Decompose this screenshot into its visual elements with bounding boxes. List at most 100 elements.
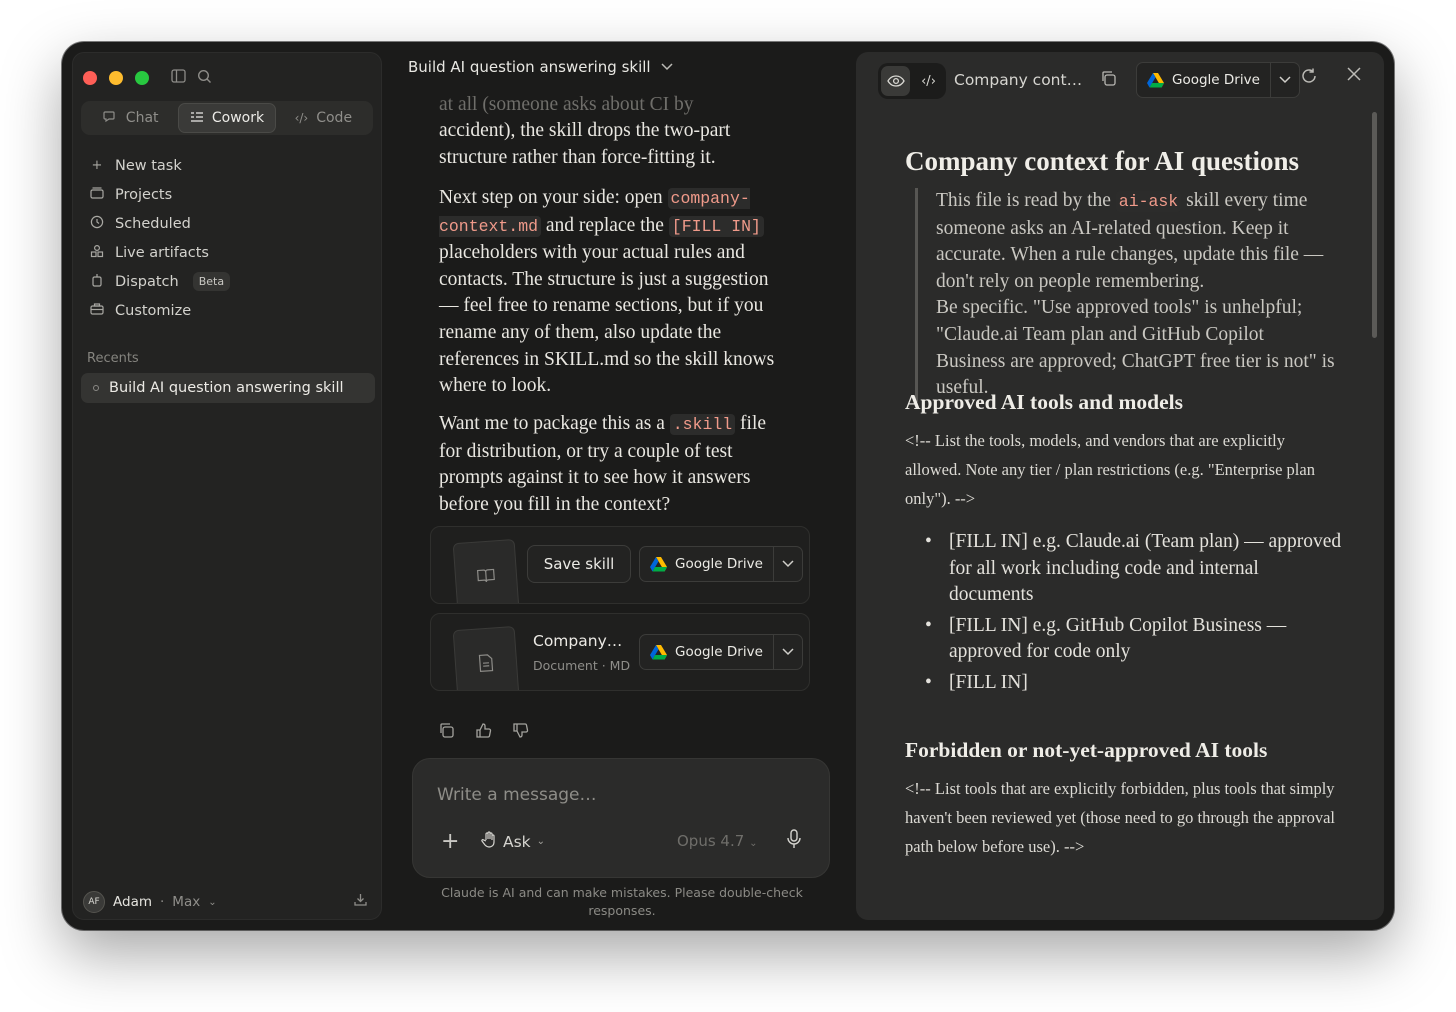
message-composer[interactable]: Write a message… + Ask ⌄ Opus 4.7 ⌄: [412, 758, 830, 878]
message-paragraph-2: Next step on your side: open company-con…: [439, 185, 779, 400]
tab-chat-label: Chat: [125, 110, 159, 126]
text-run: and replace the: [541, 214, 669, 236]
google-drive-button[interactable]: Google Drive: [639, 634, 803, 670]
chevron-down-icon: ⌄: [208, 896, 217, 908]
close-icon[interactable]: [1346, 66, 1362, 87]
document-icon: [452, 625, 520, 690]
google-drive-label: Google Drive: [675, 556, 763, 572]
panel-header: ‹/› Company cont… Google Drive: [856, 52, 1384, 108]
tab-chat[interactable]: Chat: [83, 103, 178, 133]
add-attachment-icon[interactable]: +: [441, 829, 459, 854]
google-drive-button[interactable]: Google Drive: [1136, 62, 1300, 98]
tab-cowork-label: Cowork: [211, 110, 265, 126]
copy-icon[interactable]: [438, 722, 455, 743]
chevron-down-icon[interactable]: [774, 645, 802, 659]
source-code-icon[interactable]: ‹/›: [914, 66, 943, 96]
chevron-down-icon[interactable]: [1271, 73, 1299, 87]
microphone-icon[interactable]: [787, 829, 801, 854]
scrollbar[interactable]: [1372, 112, 1377, 338]
chevron-down-icon: ⌄: [749, 838, 758, 849]
document-file-card[interactable]: Company… Document · MD Google Drive: [430, 613, 810, 691]
text-run: placeholders with your actual rules and …: [439, 242, 775, 397]
google-drive-icon: [650, 644, 667, 659]
tab-code-label: Code: [316, 110, 353, 126]
tab-cowork[interactable]: Cowork: [178, 103, 276, 133]
sidebar-item-projects[interactable]: Projects: [81, 180, 375, 209]
mode-selector[interactable]: Ask ⌄: [481, 831, 545, 852]
search-icon[interactable]: [197, 69, 212, 88]
conversation-title[interactable]: Build AI question answering skill: [408, 58, 673, 76]
clock-icon: [89, 215, 105, 233]
close-window-button[interactable]: [83, 71, 97, 85]
message-paragraph-3: Want me to package this as a .skill file…: [439, 411, 779, 518]
text-run: Next step on your side: open: [439, 187, 668, 208]
google-drive-save[interactable]: Google Drive: [1137, 63, 1271, 97]
user-plan: Max: [172, 894, 201, 910]
preview-eye-icon[interactable]: [881, 66, 910, 96]
google-drive-button[interactable]: Google Drive: [639, 546, 803, 582]
document-subtitle: Document · MD: [533, 658, 631, 673]
message-input[interactable]: Write a message…: [437, 785, 597, 805]
blockquote-paragraph: This file is read by the ai-ask skill ev…: [936, 188, 1335, 295]
model-label: Opus 4.7: [677, 832, 745, 850]
mode-label: Ask: [503, 832, 531, 851]
sidebar-item-label: Dispatch: [115, 273, 179, 290]
plus-icon: +: [91, 158, 103, 173]
html-comment-text: <!-- List the tools, models, and vendors…: [905, 431, 1315, 508]
text-run: This file is read by the: [936, 190, 1116, 211]
beta-badge: Beta: [192, 272, 231, 291]
sidebar-item-new-task[interactable]: + New task: [81, 151, 375, 180]
save-skill-button[interactable]: Save skill: [527, 545, 631, 583]
chevron-down-icon[interactable]: [774, 557, 802, 571]
hand-icon: [481, 831, 497, 852]
folder-icon: [89, 186, 105, 203]
blockquote-paragraph: Be specific. "Use approved tools" is unh…: [936, 297, 1335, 399]
sidebar: Chat Cowork ‹/› Code + New task Projects…: [72, 52, 382, 920]
code-brackets-icon: ‹/›: [294, 111, 309, 125]
conversation-title-label: Build AI question answering skill: [408, 58, 651, 76]
document-title: Company…: [533, 632, 623, 650]
sidebar-item-customize[interactable]: Customize: [81, 296, 375, 325]
sidebar-item-label: Scheduled: [115, 215, 191, 232]
google-drive-save[interactable]: Google Drive: [640, 635, 774, 669]
book-icon: [452, 538, 520, 603]
sidebar-item-scheduled[interactable]: Scheduled: [81, 209, 375, 238]
refresh-icon[interactable]: [1300, 67, 1318, 90]
recents-heading: Recents: [87, 351, 139, 366]
blockquote: This file is read by the ai-ask skill ev…: [915, 188, 1335, 402]
tab-code[interactable]: ‹/› Code: [276, 103, 371, 133]
sidebar-item-live-artifacts[interactable]: Live artifacts: [81, 238, 375, 267]
list-item: [FILL IN]: [925, 670, 1345, 697]
sidebar-item-label: Projects: [115, 186, 173, 203]
thumbs-down-icon[interactable]: [512, 722, 529, 743]
user-menu[interactable]: AF Adam · Max ⌄: [83, 891, 217, 913]
copy-icon[interactable]: [1100, 70, 1117, 91]
sidebar-item-label: New task: [115, 157, 182, 174]
avatar: AF: [83, 891, 105, 913]
recent-item-label: Build AI question answering skill: [109, 380, 344, 396]
model-selector[interactable]: Opus 4.7 ⌄: [677, 832, 757, 850]
briefcase-icon: [89, 302, 105, 319]
section-heading-approved: Approved AI tools and models: [905, 390, 1183, 414]
thumbs-up-icon[interactable]: [475, 722, 492, 743]
sidebar-item-dispatch[interactable]: Dispatch Beta: [81, 267, 375, 296]
html-comment-text: <!-- List tools that are explicitly forb…: [905, 779, 1335, 856]
panel-file-title: Company cont…: [954, 71, 1083, 89]
google-drive-save[interactable]: Google Drive: [640, 547, 774, 581]
app-window: Chat Cowork ‹/› Code + New task Projects…: [62, 42, 1394, 930]
recent-item[interactable]: Build AI question answering skill: [81, 373, 375, 403]
google-drive-icon: [1147, 72, 1164, 87]
user-name: Adam: [113, 894, 152, 910]
inline-code: [FILL IN]: [668, 215, 764, 237]
minimize-window-button[interactable]: [109, 71, 123, 85]
disclaimer: Claude is AI and can make mistakes. Plea…: [441, 885, 803, 918]
status-dot-icon: [93, 385, 99, 391]
inline-code: ai-ask: [1115, 191, 1182, 212]
download-icon[interactable]: [354, 893, 367, 910]
cowork-icon: [190, 111, 204, 126]
google-drive-label: Google Drive: [1172, 72, 1260, 88]
sidebar-toggle-icon[interactable]: [171, 69, 186, 87]
zoom-window-button[interactable]: [135, 71, 149, 85]
chevron-down-icon: [661, 60, 673, 74]
mode-switcher: Chat Cowork ‹/› Code: [81, 101, 373, 135]
